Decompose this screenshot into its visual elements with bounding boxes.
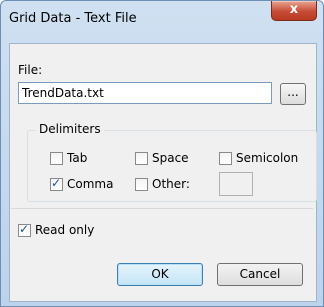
window-title: Grid Data - Text File: [9, 11, 137, 26]
read-only-label: Read only: [35, 223, 95, 237]
dialog-client-area: File: ... Delimiters Tab Space Semicolon…: [9, 43, 317, 302]
file-path-input[interactable]: [18, 82, 272, 104]
dialog-window: Grid Data - Text File x File: ... Delimi…: [0, 0, 324, 307]
other-delimiter-input[interactable]: [219, 172, 253, 196]
space-label: Space: [152, 151, 189, 165]
ok-button[interactable]: OK: [117, 263, 203, 286]
space-checkbox[interactable]: [135, 152, 148, 165]
cancel-button[interactable]: Cancel: [217, 263, 303, 286]
semicolon-label: Semicolon: [236, 151, 299, 165]
comma-label: Comma: [67, 177, 114, 191]
delimiters-group: [27, 130, 317, 202]
button-bar: OK Cancel: [10, 244, 316, 301]
semicolon-checkbox[interactable]: [219, 152, 232, 165]
other-checkbox[interactable]: [135, 178, 148, 191]
other-label: Other:: [152, 177, 190, 191]
read-only-checkbox[interactable]: [18, 222, 31, 237]
file-label: File:: [18, 63, 43, 77]
close-icon: x: [289, 2, 299, 17]
delimiters-group-title: Delimiters: [36, 122, 104, 136]
tab-checkbox[interactable]: [50, 152, 63, 165]
close-button[interactable]: x: [271, 1, 317, 21]
separator-line: [11, 208, 313, 209]
tab-label: Tab: [67, 151, 88, 165]
browse-button[interactable]: ...: [280, 83, 306, 105]
comma-checkbox[interactable]: [50, 176, 63, 191]
